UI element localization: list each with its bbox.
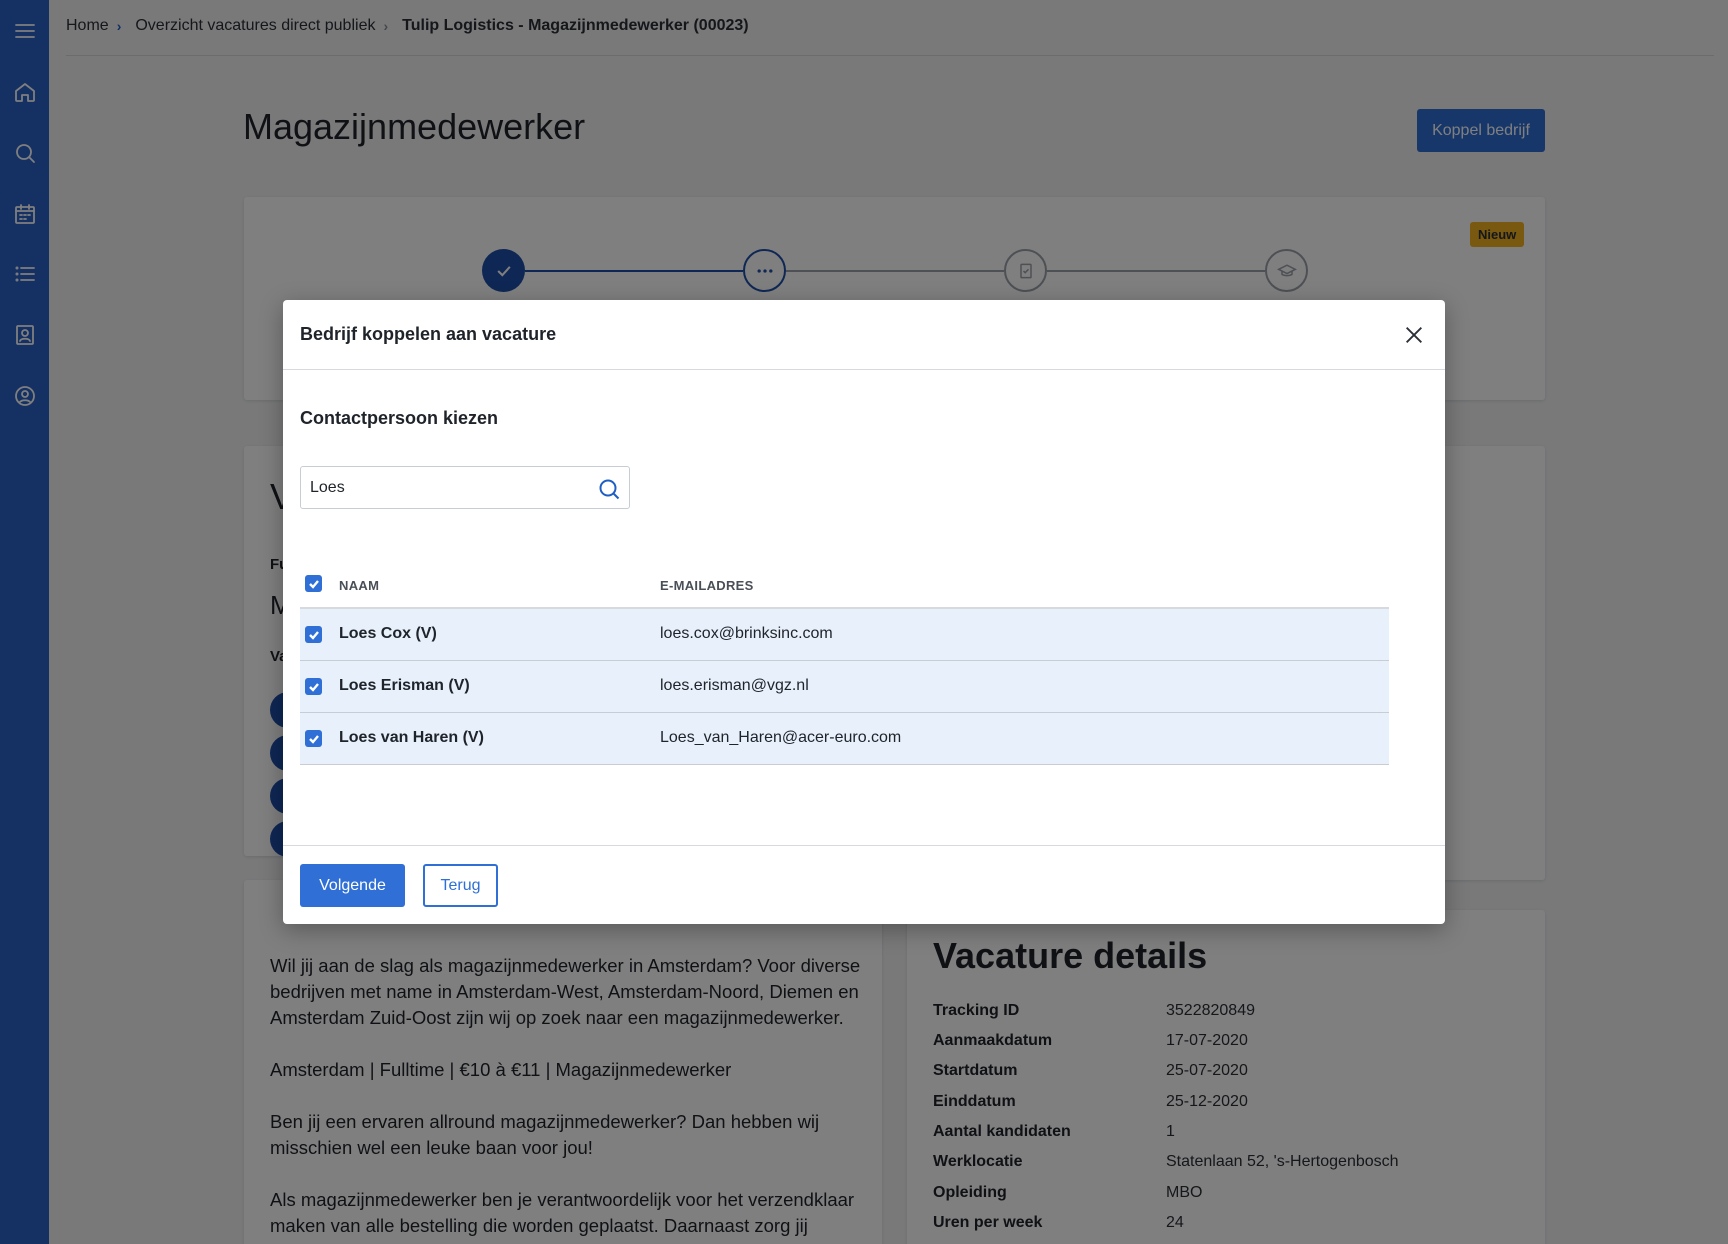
- contact-name: Loes Cox (V): [339, 625, 437, 642]
- table-row[interactable]: Loes Cox (V) loes.cox@brinksinc.com: [300, 609, 1389, 661]
- contact-search: [300, 466, 630, 509]
- row-checkbox[interactable]: [305, 730, 322, 747]
- section-title: Contactpersoon kiezen: [300, 408, 499, 428]
- contacts-table: NAAM E-MAILADRES Loes Cox (V) loes.cox@b…: [300, 563, 1389, 765]
- check-icon: [308, 579, 319, 589]
- check-icon: [308, 682, 319, 692]
- close-button[interactable]: [1400, 321, 1428, 349]
- column-header-name[interactable]: NAAM: [339, 578, 379, 593]
- check-icon: [308, 630, 319, 640]
- check-icon: [308, 734, 319, 744]
- contact-email: loes.cox@brinksinc.com: [660, 625, 833, 642]
- row-checkbox[interactable]: [305, 626, 322, 643]
- table-row[interactable]: Loes van Haren (V) Loes_van_Haren@acer-e…: [300, 713, 1389, 765]
- close-icon: [1406, 327, 1422, 343]
- next-button[interactable]: Volgende: [300, 864, 405, 907]
- contact-name: Loes Erisman (V): [339, 677, 470, 694]
- row-checkbox[interactable]: [305, 678, 322, 695]
- modal-footer: Volgende Terug: [283, 845, 1445, 924]
- search-input[interactable]: [301, 467, 591, 508]
- search-icon[interactable]: [597, 477, 621, 501]
- contact-name: Loes van Haren (V): [339, 729, 484, 746]
- link-company-modal: Bedrijf koppelen aan vacature Contactper…: [283, 300, 1445, 924]
- modal-title: Bedrijf koppelen aan vacature: [300, 324, 557, 344]
- contact-email: Loes_van_Haren@acer-euro.com: [660, 729, 902, 746]
- select-all-checkbox[interactable]: [305, 575, 322, 592]
- modal-header: Bedrijf koppelen aan vacature: [283, 300, 1445, 370]
- back-button[interactable]: Terug: [423, 864, 498, 907]
- column-header-email[interactable]: E-MAILADRES: [660, 578, 754, 593]
- contact-email: loes.erisman@vgz.nl: [660, 677, 809, 694]
- table-header: NAAM E-MAILADRES: [300, 563, 1389, 609]
- table-row[interactable]: Loes Erisman (V) loes.erisman@vgz.nl: [300, 661, 1389, 713]
